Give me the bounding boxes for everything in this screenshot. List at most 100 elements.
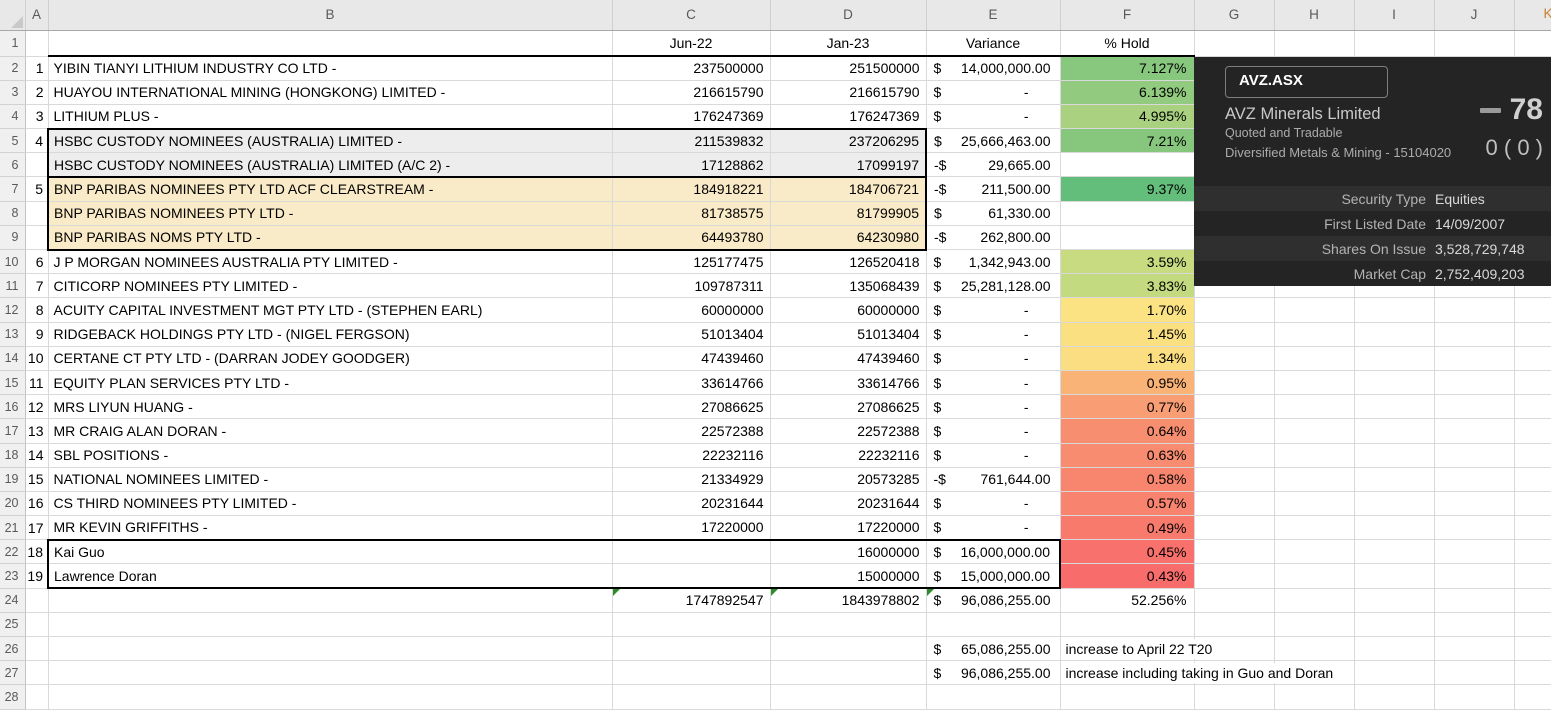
cell-F20[interactable]: 0.57% [1060,491,1194,515]
cell-C9[interactable]: 64493780 [612,225,770,249]
cell-D22[interactable]: 16000000 [770,540,926,564]
cell-K22[interactable] [1514,540,1551,564]
cell-E1[interactable]: Variance [926,30,1060,56]
cell-E13[interactable]: $- [926,322,1060,346]
cell-D21[interactable]: 17220000 [770,516,926,540]
row-header-6[interactable]: 6 [0,153,25,177]
cell-I16[interactable] [1354,395,1434,419]
cell-A18[interactable]: 14 [25,443,48,467]
cell-A13[interactable]: 9 [25,322,48,346]
cell-G24[interactable] [1194,588,1274,612]
cell-A7[interactable]: 5 [25,177,48,201]
cell-B22[interactable]: Kai Guo [48,540,612,564]
col-header-A[interactable]: A [25,0,48,30]
cell-I15[interactable] [1354,370,1434,394]
cell-D23[interactable]: 15000000 [770,564,926,588]
cell-I24[interactable] [1354,588,1434,612]
cell-B27[interactable] [48,661,612,685]
cell-I20[interactable] [1354,491,1434,515]
cell-E19[interactable]: -$761,644.00 [926,467,1060,491]
cell-E2[interactable]: $14,000,000.00 [926,56,1060,80]
cell-K1[interactable] [1514,30,1551,56]
cell-C7[interactable]: 184918221 [612,177,770,201]
col-header-G[interactable]: G [1194,0,1274,30]
cell-A2[interactable]: 1 [25,56,48,80]
cell-F8[interactable] [1060,201,1194,225]
cell-B21[interactable]: MR KEVIN GRIFFITHS - [48,516,612,540]
cell-E11[interactable]: $25,281,128.00 [926,274,1060,298]
cell-F6[interactable] [1060,153,1194,177]
cell-D10[interactable]: 126520418 [770,250,926,274]
cell-J12[interactable] [1434,298,1514,322]
row-header-10[interactable]: 10 [0,250,25,274]
cell-A5[interactable]: 4 [25,129,48,153]
row-header-5[interactable]: 5 [0,129,25,153]
cell-G12[interactable] [1194,298,1274,322]
cell-E3[interactable]: $- [926,80,1060,104]
row-header-14[interactable]: 14 [0,346,25,370]
cell-K12[interactable] [1514,298,1551,322]
cell-A6[interactable] [25,153,48,177]
col-header-K[interactable]: K [1514,0,1551,30]
cell-I18[interactable] [1354,443,1434,467]
cell-J22[interactable] [1434,540,1514,564]
cell-E15[interactable]: $- [926,370,1060,394]
cell-F16[interactable]: 0.77% [1060,395,1194,419]
cell-I21[interactable] [1354,516,1434,540]
cell-F5[interactable]: 7.21% [1060,129,1194,153]
cell-C14[interactable]: 47439460 [612,346,770,370]
cell-C1[interactable]: Jun-22 [612,30,770,56]
cell-E12[interactable]: $- [926,298,1060,322]
cell-E25[interactable] [926,612,1060,636]
cell-B11[interactable]: CITICORP NOMINEES PTY LIMITED - [48,274,612,298]
cell-B24[interactable] [48,588,612,612]
cell-A3[interactable]: 2 [25,80,48,104]
cell-F4[interactable]: 4.995% [1060,104,1194,128]
cell-I26[interactable] [1354,637,1434,661]
cell-J26[interactable] [1434,637,1514,661]
cell-K19[interactable] [1514,467,1551,491]
cell-H12[interactable] [1274,298,1354,322]
row-header-21[interactable]: 21 [0,516,25,540]
cell-A9[interactable] [25,225,48,249]
cell-F28[interactable] [1060,685,1194,709]
cell-G15[interactable] [1194,370,1274,394]
cell-K16[interactable] [1514,395,1551,419]
row-header-22[interactable]: 22 [0,540,25,564]
cell-I22[interactable] [1354,540,1434,564]
cell-B2[interactable]: YIBIN TIANYI LITHIUM INDUSTRY CO LTD - [48,56,612,80]
cell-F1[interactable]: % Hold [1060,30,1194,56]
cell-D8[interactable]: 81799905 [770,201,926,225]
cell-J23[interactable] [1434,564,1514,588]
cell-C24[interactable]: 1747892547 [612,588,770,612]
col-header-B[interactable]: B [48,0,612,30]
row-header-25[interactable]: 25 [0,612,25,636]
cell-D7[interactable]: 184706721 [770,177,926,201]
cell-C20[interactable]: 20231644 [612,491,770,515]
cell-H17[interactable] [1274,419,1354,443]
cell-C4[interactable]: 176247369 [612,104,770,128]
cell-B23[interactable]: Lawrence Doran [48,564,612,588]
cell-K23[interactable] [1514,564,1551,588]
cell-F10[interactable]: 3.59% [1060,250,1194,274]
cell-B28[interactable] [48,685,612,709]
cell-A27[interactable] [25,661,48,685]
cell-B15[interactable]: EQUITY PLAN SERVICES PTY LTD - [48,370,612,394]
row-header-26[interactable]: 26 [0,637,25,661]
cell-C18[interactable]: 22232116 [612,443,770,467]
cell-E9[interactable]: -$262,800.00 [926,225,1060,249]
cell-D24[interactable]: 1843978802 [770,588,926,612]
cell-H18[interactable] [1274,443,1354,467]
row-header-27[interactable]: 27 [0,661,25,685]
cell-B3[interactable]: HUAYOU INTERNATIONAL MINING (HONGKONG) L… [48,80,612,104]
cell-C10[interactable]: 125177475 [612,250,770,274]
row-header-18[interactable]: 18 [0,443,25,467]
cell-F7[interactable]: 9.37% [1060,177,1194,201]
cell-A23[interactable]: 19 [25,564,48,588]
cell-G16[interactable] [1194,395,1274,419]
cell-H22[interactable] [1274,540,1354,564]
cell-G14[interactable] [1194,346,1274,370]
cell-C23[interactable] [612,564,770,588]
cell-E28[interactable] [926,685,1060,709]
row-header-16[interactable]: 16 [0,395,25,419]
